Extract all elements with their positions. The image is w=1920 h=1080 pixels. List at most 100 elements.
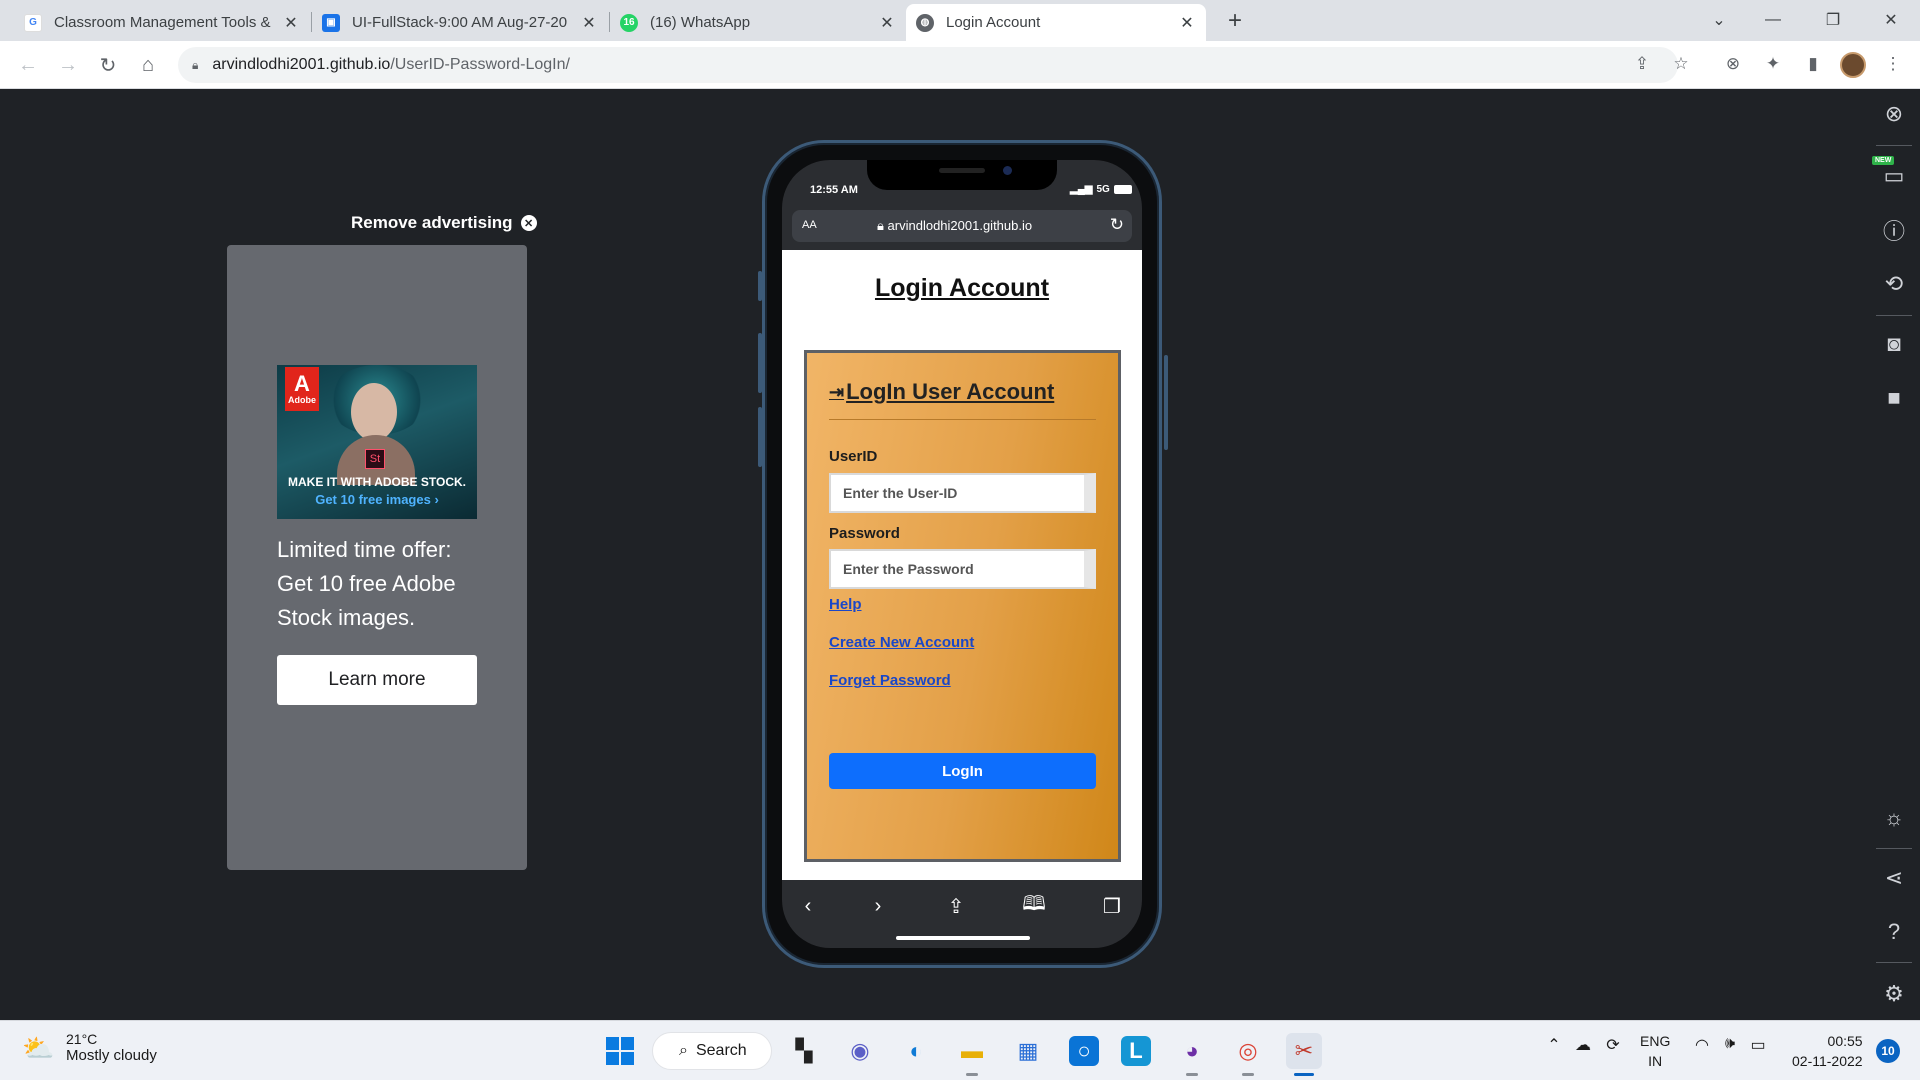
search-label: Search bbox=[695, 1042, 747, 1059]
volume-icon[interactable]: 🕪︎ bbox=[1718, 1035, 1742, 1053]
settings-icon[interactable]: ⚙ bbox=[1880, 980, 1908, 1008]
extension-blocker-icon[interactable]: ⊗ bbox=[1720, 51, 1746, 77]
app-icon-l[interactable]: L bbox=[1121, 1036, 1151, 1066]
help-link[interactable]: Help bbox=[829, 596, 862, 613]
panel-divider bbox=[1876, 848, 1912, 849]
notification-badge[interactable]: 10 bbox=[1876, 1039, 1900, 1063]
forward-icon[interactable]: → bbox=[54, 51, 82, 79]
close-icon[interactable]: ⊗ bbox=[1880, 100, 1908, 128]
tab-search-icon[interactable]: ⌄ bbox=[1704, 6, 1734, 34]
back-icon[interactable]: ‹ bbox=[794, 892, 822, 920]
login-button[interactable]: LogIn bbox=[829, 753, 1096, 789]
close-icon[interactable]: ✕ bbox=[580, 14, 598, 32]
bookmarks-icon[interactable]: 🕮︎ bbox=[1020, 892, 1048, 920]
restore-button[interactable]: ❐ bbox=[1818, 6, 1848, 34]
start-button[interactable] bbox=[602, 1033, 638, 1069]
password-input[interactable]: Enter the Password bbox=[829, 549, 1096, 589]
front-camera bbox=[1003, 166, 1012, 175]
address-bar[interactable]: 🔒︎ arvindlodhi2001.github.io/UserID-Pass… bbox=[178, 47, 1678, 83]
tab-title: UI-FullStack-9:00 AM Aug-27-20 bbox=[352, 14, 568, 31]
battery-icon[interactable]: ▭ bbox=[1746, 1035, 1770, 1055]
teams-chat-icon[interactable]: ◉ bbox=[842, 1033, 878, 1069]
whatsapp-icon: 16 bbox=[620, 13, 638, 32]
panel-divider bbox=[1876, 962, 1912, 963]
bookmark-star-icon[interactable]: ☆ bbox=[1668, 51, 1694, 77]
menu-kebab-icon[interactable]: ⋮ bbox=[1880, 51, 1906, 77]
snipping-tool-icon[interactable]: ✂ bbox=[1286, 1033, 1322, 1069]
windows-logo-icon bbox=[606, 1037, 634, 1065]
rotate-icon[interactable]: ⟲ bbox=[1880, 270, 1908, 298]
share-icon[interactable]: ⋖ bbox=[1880, 864, 1908, 892]
info-icon[interactable]: ⓘ bbox=[1880, 216, 1908, 244]
phone-notch bbox=[867, 160, 1057, 190]
status-signal: ▂▄▆ 5G bbox=[1070, 184, 1132, 195]
app-icon-blue[interactable]: ○ bbox=[1069, 1036, 1099, 1066]
forget-password-link[interactable]: Forget Password bbox=[829, 672, 951, 689]
tab-whatsapp[interactable]: 16 (16) WhatsApp ✕ bbox=[610, 4, 906, 41]
mobile-address-bar[interactable]: AA 🔒︎ arvindlodhi2001.github.io ↻ bbox=[792, 210, 1132, 242]
onedrive-icon[interactable]: ☁ bbox=[1570, 1035, 1596, 1055]
side-panel-icon[interactable]: ▮ bbox=[1800, 51, 1826, 77]
tab-title: (16) WhatsApp bbox=[650, 14, 751, 31]
responsive-devices-icon[interactable]: ▭ bbox=[1880, 162, 1908, 190]
edge-icon[interactable]: ◐ bbox=[898, 1033, 934, 1069]
weather-widget[interactable]: ⛅ 21°C Mostly cloudy bbox=[22, 1031, 157, 1064]
learn-more-button[interactable]: Learn more bbox=[277, 655, 477, 705]
profile-avatar[interactable] bbox=[1840, 52, 1866, 78]
phone-frame: 12:55 AM ▂▄▆ 5G AA 🔒︎ arvindlodhi2001.gi… bbox=[758, 140, 1168, 968]
password-label: Password bbox=[829, 525, 900, 542]
running-indicator bbox=[966, 1073, 978, 1076]
extensions-puzzle-icon[interactable]: ✦ bbox=[1760, 51, 1786, 77]
wifi-icon[interactable]: ◠ bbox=[1690, 1035, 1714, 1055]
close-icon[interactable]: ✕ bbox=[878, 14, 896, 32]
chrome-icon[interactable]: ◎ bbox=[1230, 1033, 1266, 1069]
taskbar-search[interactable]: ⌕ Search bbox=[652, 1032, 772, 1070]
battery-icon bbox=[1113, 185, 1132, 194]
sync-icon[interactable]: ⟳ bbox=[1600, 1035, 1626, 1055]
userid-input[interactable]: Enter the User-ID bbox=[829, 473, 1096, 513]
camera-icon[interactable]: ◙ bbox=[1880, 330, 1908, 358]
mobile-url: 🔒︎ arvindlodhi2001.github.io bbox=[877, 218, 1032, 234]
remove-advertising-link[interactable]: Remove advertising ✕ bbox=[351, 213, 537, 233]
new-tab-button[interactable]: + bbox=[1222, 7, 1248, 34]
brightness-icon[interactable]: ☼ bbox=[1880, 804, 1908, 832]
help-icon[interactable]: ? bbox=[1880, 918, 1908, 946]
card-heading-text: LogIn User Account bbox=[846, 379, 1055, 404]
tab-classroom-tools[interactable]: G Classroom Management Tools & ✕ bbox=[14, 4, 310, 41]
video-icon[interactable]: ■ bbox=[1880, 384, 1908, 412]
mobile-url-domain: arvindlodhi2001.github.io bbox=[887, 218, 1033, 233]
tabs-icon[interactable]: ❐ bbox=[1098, 892, 1126, 920]
github-desktop-icon[interactable]: ◕ bbox=[1174, 1033, 1210, 1069]
minimize-button[interactable]: — bbox=[1758, 6, 1788, 34]
tab-login-account[interactable]: ◍ Login Account ✕ bbox=[906, 4, 1206, 41]
reload-icon[interactable]: ↻ bbox=[94, 51, 122, 79]
phone-side-button bbox=[758, 333, 762, 393]
login-webpage: Login Account ⇥ LogIn User Account UserI… bbox=[782, 250, 1142, 880]
language-indicator[interactable]: ENG IN bbox=[1640, 1031, 1670, 1071]
tab-ui-fullstack[interactable]: ▣ UI-FullStack-9:00 AM Aug-27-20 ✕ bbox=[312, 4, 608, 41]
phone-side-button bbox=[1164, 355, 1168, 450]
window-close-button[interactable]: ✕ bbox=[1876, 6, 1906, 34]
forward-icon[interactable]: › bbox=[864, 892, 892, 920]
share-icon[interactable]: ⇪ bbox=[942, 892, 970, 920]
text-size-button[interactable]: AA bbox=[802, 219, 817, 231]
page-title: Login Account bbox=[874, 274, 1050, 302]
system-clock[interactable]: 00:55 02-11-2022 bbox=[1792, 1031, 1863, 1071]
share-icon[interactable]: ⇪ bbox=[1629, 51, 1655, 77]
back-icon[interactable]: ← bbox=[14, 51, 42, 79]
create-account-link[interactable]: Create New Account bbox=[829, 634, 974, 651]
network-label: 5G bbox=[1096, 184, 1110, 195]
close-circle-icon: ✕ bbox=[520, 215, 537, 231]
remove-advertising-label: Remove advertising bbox=[351, 213, 513, 232]
microsoft-store-icon[interactable]: ▦ bbox=[1010, 1033, 1046, 1069]
file-explorer-icon[interactable]: ▬ bbox=[954, 1033, 990, 1069]
card-divider bbox=[829, 419, 1096, 420]
home-icon[interactable]: ⌂ bbox=[134, 51, 162, 79]
tray-overflow-icon[interactable]: ⌃ bbox=[1542, 1035, 1566, 1055]
ad-image[interactable]: A Adobe St MAKE IT WITH ADOBE STOCK. Get … bbox=[277, 365, 477, 519]
close-icon[interactable]: ✕ bbox=[1178, 14, 1196, 32]
close-icon[interactable]: ✕ bbox=[282, 14, 300, 32]
home-indicator bbox=[896, 936, 1030, 940]
task-view-icon[interactable]: ▚ bbox=[786, 1033, 822, 1069]
reload-icon[interactable]: ↻ bbox=[1110, 215, 1124, 235]
